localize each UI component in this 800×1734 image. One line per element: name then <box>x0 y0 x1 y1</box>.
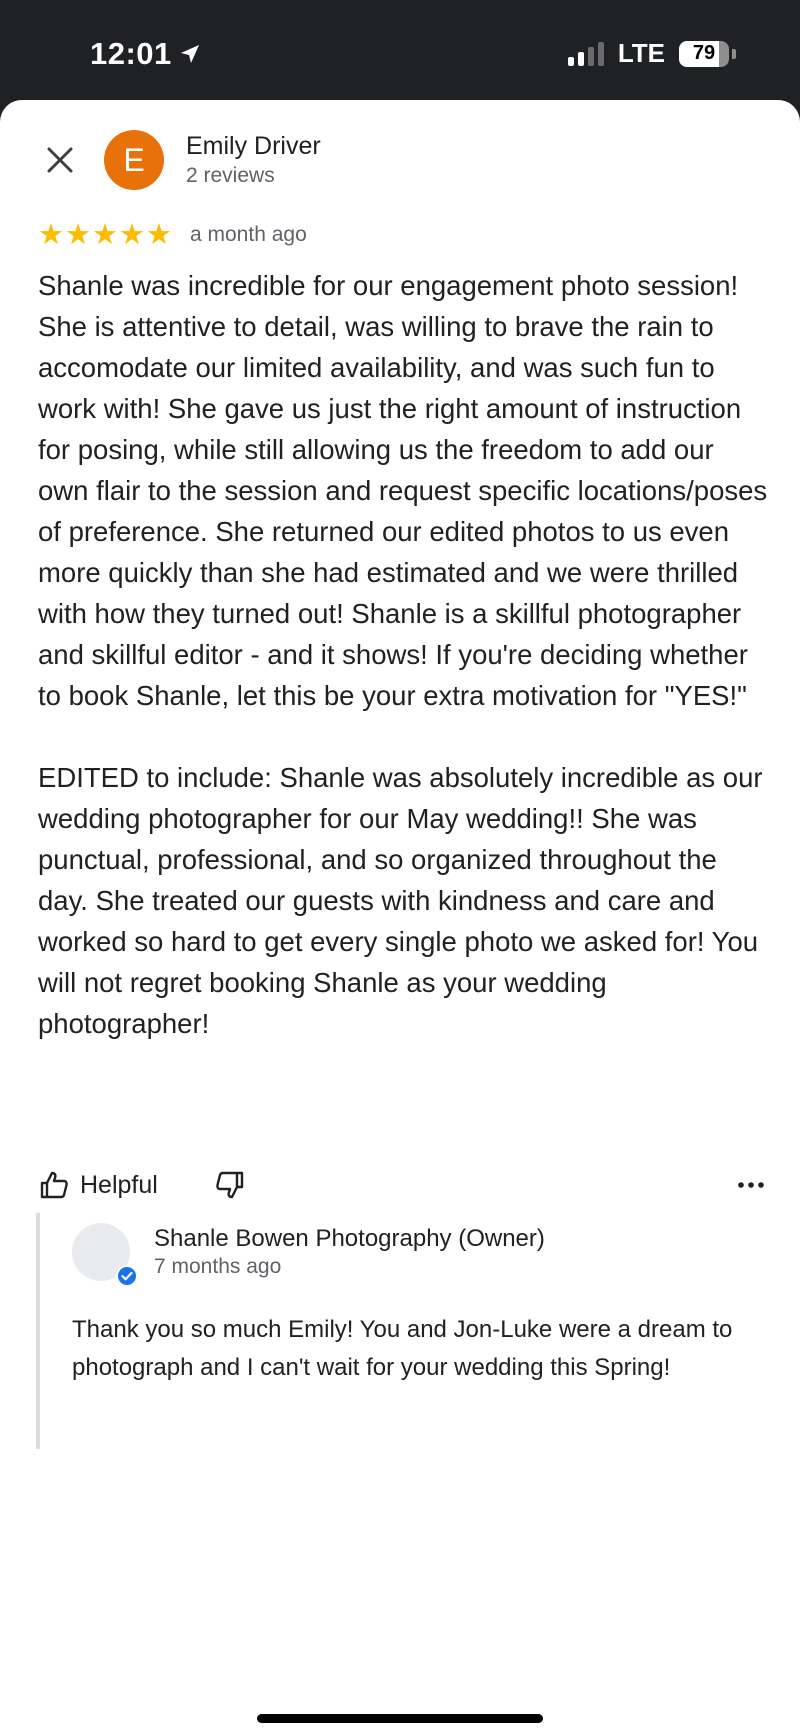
battery-icon: 79 <box>679 40 736 67</box>
location-arrow-icon <box>180 45 199 63</box>
owner-name[interactable]: Shanle Bowen Photography (Owner) <box>154 1225 545 1253</box>
more-horizontal-icon <box>738 1182 764 1188</box>
network-type: LTE <box>617 38 665 68</box>
star-icon: ★ <box>38 219 64 251</box>
owner-reply: Shanle Bowen Photography (Owner) 7 month… <box>36 1213 750 1449</box>
review-paragraph: EDITED to include: Shanle was absolutely… <box>38 762 763 1039</box>
cellular-signal-icon <box>567 41 604 66</box>
star-icon: ★ <box>119 219 145 251</box>
star-icon: ★ <box>146 219 172 251</box>
time-label: 12:01 <box>90 36 172 71</box>
battery-level: 79 <box>692 42 716 64</box>
helpful-button[interactable]: Helpful <box>38 1162 158 1208</box>
close-button[interactable] <box>40 140 80 180</box>
thumbs-up-icon <box>40 1171 68 1199</box>
reviewer-name[interactable]: Emily Driver <box>186 132 321 161</box>
star-icon: ★ <box>92 219 118 251</box>
rating-row: ★ ★ ★ ★ ★ a month ago <box>38 220 307 250</box>
review-sheet: E Emily Driver 2 reviews ★ ★ ★ ★ ★ a month a… <box>0 100 800 1734</box>
verified-badge-icon <box>116 1265 138 1287</box>
owner-reply-date: 7 months ago <box>154 1255 282 1278</box>
review-body: Shanle was incredible for our engagement… <box>38 265 768 1044</box>
review-date: a month ago <box>190 223 307 246</box>
status-bar: 12:01 LTE 79 <box>0 0 800 100</box>
status-time: 12:01 <box>90 36 202 72</box>
status-indicators: LTE 79 <box>567 38 736 69</box>
owner-reply-text: Thank you so much Emily! You and Jon-Luk… <box>72 1316 733 1381</box>
more-options-button[interactable] <box>738 1162 764 1208</box>
reviewer-avatar[interactable]: E <box>104 130 164 190</box>
thumbs-down-icon <box>216 1171 244 1199</box>
review-paragraph: Shanle was incredible for our engagement… <box>38 270 768 711</box>
star-icon: ★ <box>65 219 91 251</box>
reviewer-review-count: 2 reviews <box>186 164 275 187</box>
helpful-label: Helpful <box>80 1170 158 1199</box>
review-actions: Helpful <box>38 1162 764 1208</box>
star-rating: ★ ★ ★ ★ ★ <box>38 220 172 250</box>
home-indicator[interactable] <box>257 1714 543 1723</box>
close-icon <box>47 147 73 173</box>
not-helpful-button[interactable] <box>214 1162 246 1208</box>
avatar-initial: E <box>123 141 145 178</box>
